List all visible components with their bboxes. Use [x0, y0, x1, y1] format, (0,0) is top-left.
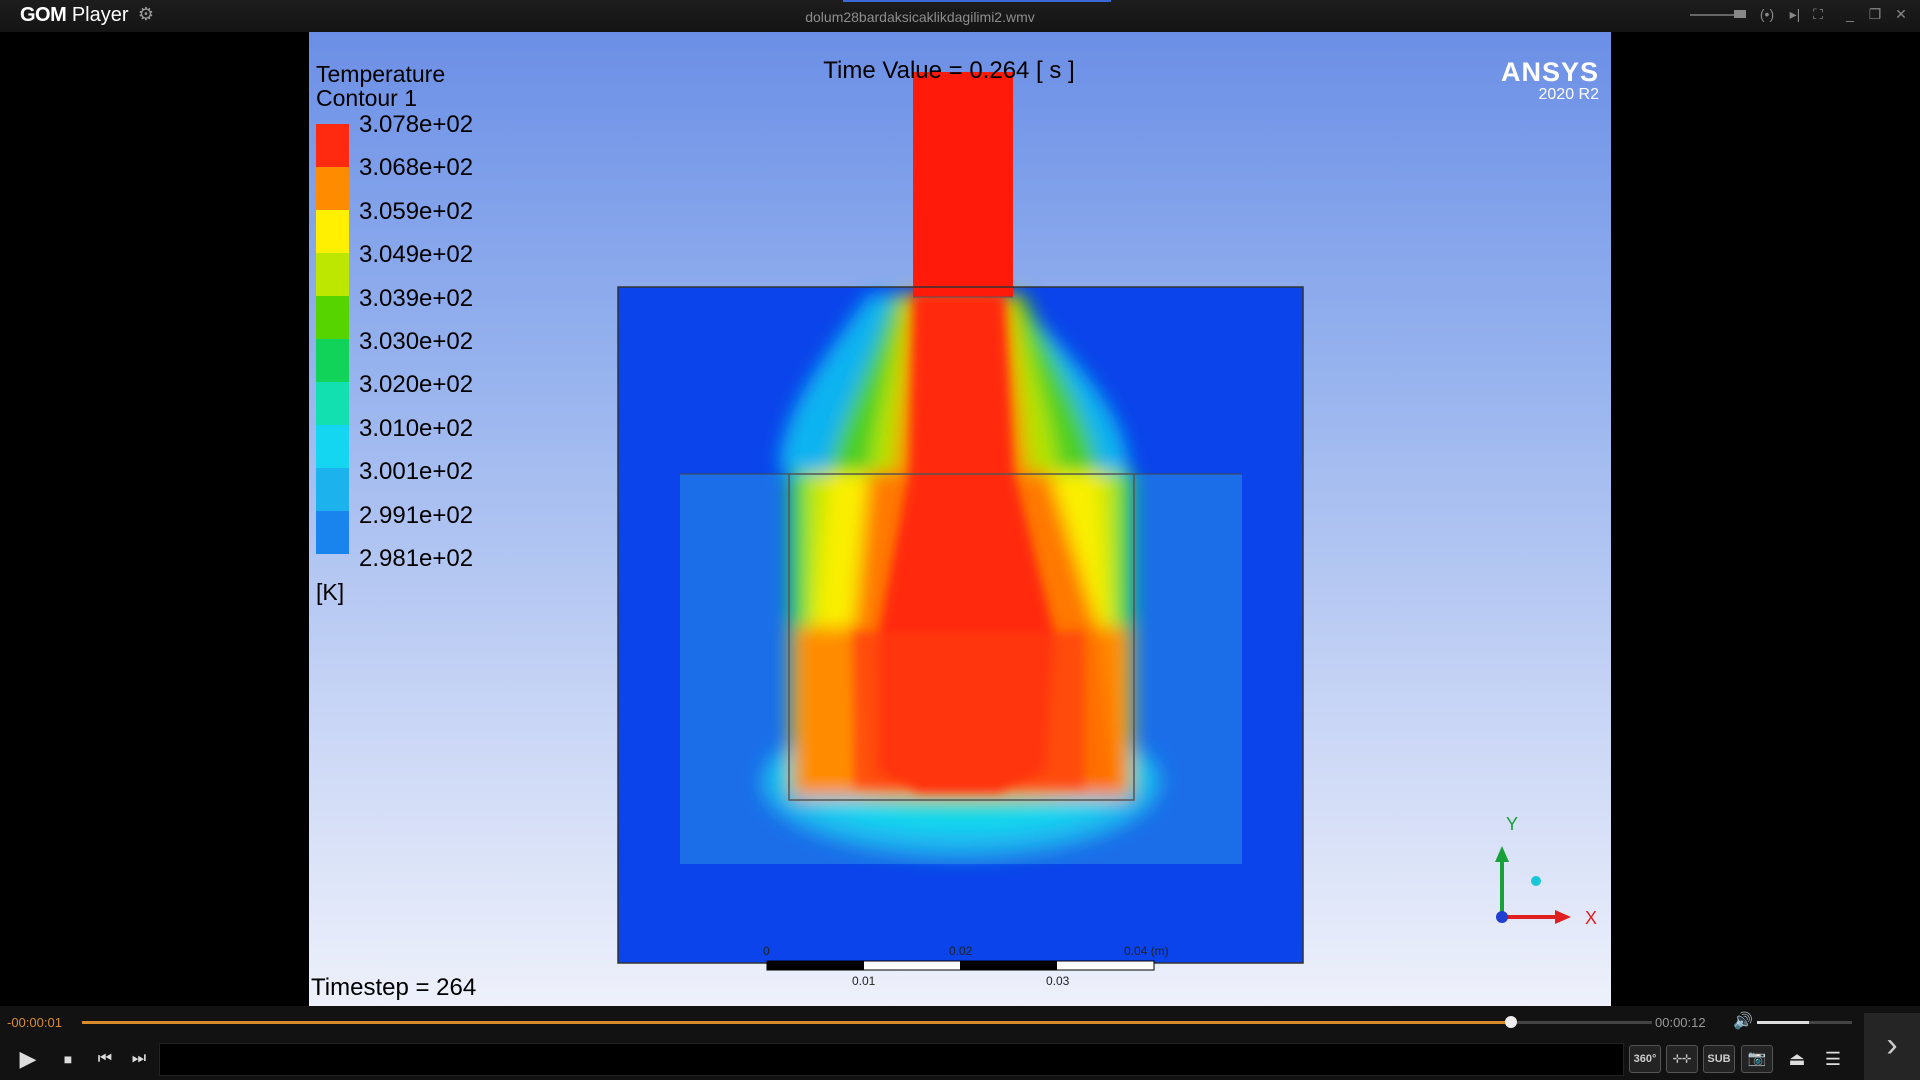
- legend-value: 3.059e+02: [359, 197, 474, 225]
- ansys-brand: ANSYS: [1500, 57, 1599, 87]
- legend-swatch: [316, 425, 349, 468]
- stop-button[interactable]: ■: [53, 1044, 83, 1074]
- legend-value: 3.001e+02: [359, 458, 474, 486]
- legend-swatch: [316, 253, 349, 296]
- time-value-label: Time Value = 0.264 [ s ]: [823, 57, 1075, 84]
- title-highlight: [843, 0, 1111, 2]
- file-title: dolum28bardaksicaklikdagilimi2.wmv: [805, 9, 1035, 25]
- close-icon[interactable]: ✕: [1891, 6, 1911, 23]
- legend-swatch: [316, 167, 349, 210]
- play-small-icon[interactable]: ▸|: [1785, 6, 1805, 23]
- legend-unit: [K]: [316, 579, 345, 605]
- legend-value: 3.039e+02: [359, 284, 474, 312]
- scale-label-004: 0.04 (m): [1124, 944, 1169, 958]
- subtitle-button[interactable]: SUB: [1703, 1045, 1735, 1073]
- minimize-icon[interactable]: _: [1840, 6, 1860, 22]
- equalizer-button[interactable]: ⊹⊹: [1666, 1045, 1698, 1073]
- title-bar: GOM Player ⚙ dolum28bardaksicaklikdagili…: [0, 0, 1920, 32]
- seek-bar[interactable]: [82, 1016, 1652, 1028]
- timestep-label: Timestep = 264: [311, 974, 477, 1001]
- legend-title-line2: Contour 1: [316, 85, 418, 111]
- next-button[interactable]: ⏭: [124, 1044, 154, 1074]
- scale-label-001: 0.01: [852, 974, 876, 988]
- restore-icon[interactable]: ❐: [1865, 6, 1885, 23]
- eject-open-icon[interactable]: ⏏: [1782, 1044, 1812, 1074]
- legend-value: 3.049e+02: [359, 241, 474, 269]
- current-time[interactable]: -00:00:01: [7, 1015, 62, 1030]
- axis-triad: [1495, 846, 1571, 924]
- volume-icon[interactable]: 🔊: [1733, 1011, 1753, 1031]
- surround-icon[interactable]: (•): [1757, 6, 1777, 22]
- ansys-version: 2020 R2: [1538, 86, 1600, 103]
- legend-title: Temperature Contour 1: [316, 62, 445, 110]
- screenshot-camera-icon[interactable]: 📷: [1741, 1045, 1773, 1073]
- legend-swatch: [316, 296, 349, 339]
- nozzle: [913, 72, 1013, 297]
- legend-value: 3.030e+02: [359, 327, 474, 355]
- legend-value: 3.020e+02: [359, 371, 474, 399]
- axis-y-label: Y: [1506, 814, 1519, 834]
- legend-value: 2.991e+02: [359, 501, 474, 529]
- legend-value: 3.068e+02: [359, 154, 474, 182]
- control-bar: -00:00:01 00:00:12 🔊 ▶ ■ ⏮ ⏭ 360° ⊹⊹ SUB…: [0, 1006, 1920, 1080]
- scale-label-0: 0: [763, 944, 770, 958]
- legend-labels: 3.078e+02 3.068e+02 3.059e+02 3.049e+02 3.03…: [359, 111, 559, 589]
- legend-swatch: [316, 339, 349, 382]
- playlist-track-area[interactable]: [159, 1043, 1624, 1076]
- volume-fill: [1757, 1021, 1810, 1024]
- ansys-logo: ANSYS 2020 R2: [1499, 58, 1599, 104]
- menu-icon[interactable]: ☰: [1818, 1044, 1848, 1074]
- legend-swatch: [316, 468, 349, 511]
- play-button[interactable]: ▶: [13, 1044, 43, 1074]
- legend-value: 3.010e+02: [359, 414, 474, 442]
- mini-seek-bar[interactable]: [1690, 14, 1740, 16]
- vr-360-button[interactable]: 360°: [1629, 1045, 1661, 1073]
- legend-title-line1: Temperature: [316, 61, 446, 87]
- total-time: 00:00:12: [1655, 1015, 1706, 1030]
- playlist-toggle-chevron-icon[interactable]: ›: [1864, 1013, 1920, 1080]
- legend-value: 2.981e+02: [359, 544, 474, 572]
- legend-color-bar: [316, 124, 349, 554]
- video-frame[interactable]: Temperature Contour 1 3.078e+02 3.068e+02…: [309, 32, 1611, 1006]
- scale-bar: [766, 960, 1155, 971]
- seek-handle[interactable]: [1504, 1016, 1517, 1028]
- previous-button[interactable]: ⏮: [90, 1044, 120, 1074]
- legend-value: 3.078e+02: [359, 111, 474, 138]
- mini-mode-icon[interactable]: [1734, 10, 1746, 18]
- seek-bar-fill: [82, 1021, 1511, 1024]
- legend-swatch: [316, 124, 349, 167]
- axis-x-label: X: [1585, 908, 1598, 928]
- legend-swatch: [316, 382, 349, 425]
- scale-label-003: 0.03: [1046, 974, 1070, 988]
- volume-slider[interactable]: [1757, 1021, 1852, 1024]
- legend-swatch: [316, 511, 349, 554]
- legend-swatch: [316, 210, 349, 253]
- scale-label-002: 0.02: [949, 944, 973, 958]
- fullscreen-icon[interactable]: ⛶: [1808, 6, 1828, 23]
